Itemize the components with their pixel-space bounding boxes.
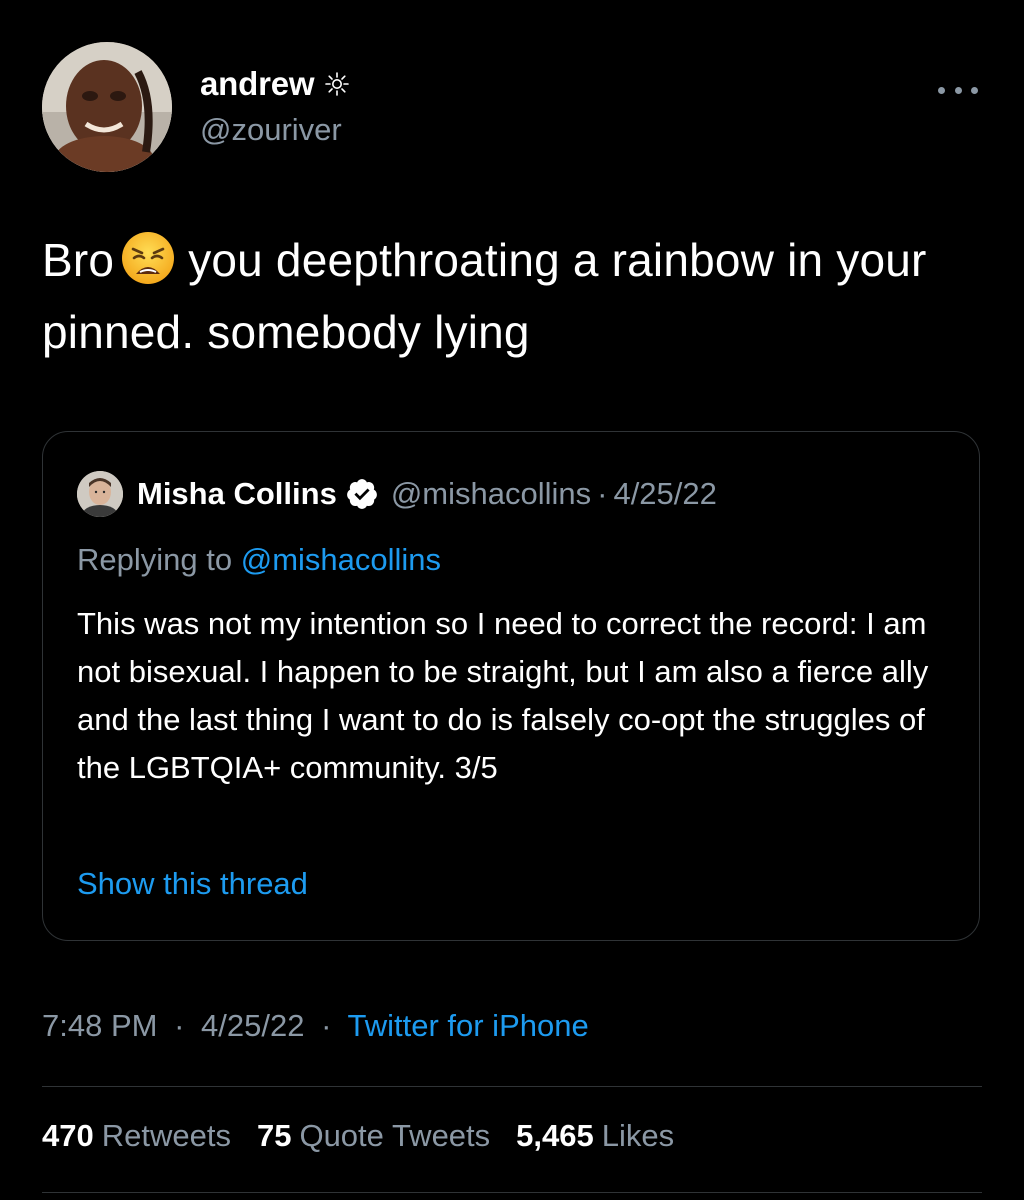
quoted-avatar-image [77, 471, 123, 517]
tweet-source-link[interactable]: Twitter for iPhone [347, 1008, 588, 1043]
quoted-display-name[interactable]: Misha Collins [137, 476, 337, 512]
meta-separator: · [321, 1008, 332, 1043]
quoted-avatar[interactable] [77, 471, 123, 517]
more-dot [971, 86, 978, 94]
quote-tweets-label: Quote Tweets [299, 1118, 491, 1153]
divider [42, 1086, 982, 1087]
tweet-date[interactable]: 4/25/22 [201, 1008, 304, 1043]
replying-label: Replying to [77, 542, 233, 577]
verified-badge-icon [345, 477, 379, 511]
quoted-tweet-card[interactable]: Misha Collins @mishacollins · 4/25/22 Re… [42, 431, 980, 941]
display-name-row: andrew [200, 62, 350, 106]
tweet-stats: 470 Retweets 75 Quote Tweets 5,465 Likes [42, 1118, 700, 1154]
display-name[interactable]: andrew [200, 65, 315, 103]
quoted-separator: · [597, 476, 608, 511]
quote-tweets-stat[interactable]: 75 Quote Tweets [257, 1118, 490, 1154]
meta-separator: · [174, 1008, 185, 1043]
more-options-icon[interactable] [938, 82, 978, 98]
tweet-text: Bro you deepthroating a rainbow in your … [42, 224, 992, 368]
quoted-handle[interactable]: @mishacollins [391, 476, 591, 512]
author-handle[interactable]: @zouriver [200, 112, 350, 148]
replying-mention-link[interactable]: @mishacollins [241, 542, 441, 577]
tweet-text-start: Bro [42, 234, 115, 286]
quote-tweets-count: 75 [256, 1118, 292, 1153]
weary-face-emoji [120, 230, 176, 286]
divider [42, 1192, 982, 1193]
tweet-time[interactable]: 7:48 PM [42, 1008, 157, 1043]
author-info: andrew @zouriver [200, 62, 350, 148]
sun-icon [324, 71, 350, 97]
tweet-header: andrew @zouriver [42, 42, 982, 172]
retweets-label: Retweets [101, 1118, 231, 1153]
likes-label: Likes [601, 1118, 675, 1153]
avatar[interactable] [42, 42, 172, 172]
retweets-stat[interactable]: 470 Retweets [42, 1118, 231, 1154]
more-dot [954, 86, 962, 94]
replying-to: Replying to @mishacollins [77, 542, 441, 578]
quoted-tweet-text: This was not my intention so I need to c… [77, 606, 929, 785]
quoted-date[interactable]: 4/25/22 [613, 476, 716, 512]
likes-stat[interactable]: 5,465 Likes [516, 1118, 674, 1154]
more-dot [938, 86, 945, 94]
avatar-image [42, 42, 172, 172]
quoted-tweet-header: Misha Collins @mishacollins · 4/25/22 [77, 471, 717, 517]
retweets-count: 470 [42, 1118, 94, 1153]
tweet-meta: 7:48 PM · 4/25/22 · Twitter for iPhone [42, 1008, 589, 1044]
likes-count: 5,465 [516, 1118, 594, 1153]
show-thread-link[interactable]: Show this thread [77, 866, 308, 902]
